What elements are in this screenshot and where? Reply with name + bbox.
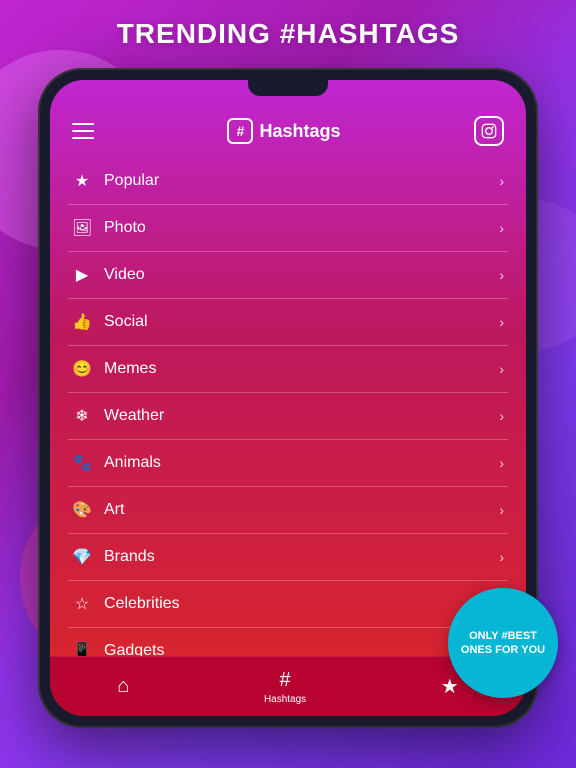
menu-chevron-memes: › xyxy=(499,361,504,377)
menu-label-animals: Animals xyxy=(104,454,161,472)
menu-icon-memes: 😊 xyxy=(72,359,92,379)
menu-item-left-popular: ★ Popular xyxy=(72,171,159,191)
page-header: TRENDING #HASHTAGS xyxy=(0,18,576,50)
menu-item-brands[interactable]: 💎 Brands › xyxy=(68,534,508,581)
menu-item-left-weather: ❄ Weather xyxy=(72,406,164,426)
menu-label-weather: Weather xyxy=(104,407,164,425)
menu-item-memes[interactable]: 😊 Memes › xyxy=(68,346,508,393)
menu-icon-gadgets: 📱 xyxy=(72,641,92,656)
nav-icon-favorites: ★ xyxy=(441,674,459,699)
hamburger-menu-button[interactable] xyxy=(72,123,94,139)
menu-item-weather[interactable]: ❄ Weather › xyxy=(68,393,508,440)
menu-item-art[interactable]: 🎨 Art › xyxy=(68,487,508,534)
menu-chevron-animals: › xyxy=(499,455,504,471)
nav-item-favorites[interactable]: ★ xyxy=(441,674,459,699)
instagram-button[interactable] xyxy=(474,116,504,146)
menu-label-brands: Brands xyxy=(104,548,155,566)
hash-symbol: # xyxy=(237,123,245,139)
menu-item-photo[interactable]: 🖼 Photo › xyxy=(68,205,508,252)
menu-chevron-video: › xyxy=(499,267,504,283)
menu-item-left-brands: 💎 Brands xyxy=(72,547,155,567)
menu-item-popular[interactable]: ★ Popular › xyxy=(68,158,508,205)
menu-icon-animals: 🐾 xyxy=(72,453,92,473)
menu-item-left-social: 👍 Social xyxy=(72,312,148,332)
menu-icon-video: ▶ xyxy=(72,265,92,285)
menu-label-celebrities: Celebrities xyxy=(104,595,180,613)
menu-chevron-photo: › xyxy=(499,220,504,236)
menu-item-celebrities[interactable]: ☆ Celebrities › xyxy=(68,581,508,628)
menu-label-memes: Memes xyxy=(104,360,156,378)
menu-list: ★ Popular › 🖼 Photo › ▶ Video › 👍 Social… xyxy=(50,158,526,656)
menu-label-art: Art xyxy=(104,501,124,519)
menu-label-popular: Popular xyxy=(104,172,159,190)
menu-label-video: Video xyxy=(104,266,145,284)
menu-item-left-animals: 🐾 Animals xyxy=(72,453,161,473)
hash-icon: # xyxy=(227,118,253,144)
menu-chevron-weather: › xyxy=(499,408,504,424)
phone-notch xyxy=(248,80,328,96)
hamburger-line-1 xyxy=(72,123,94,125)
menu-icon-celebrities: ☆ xyxy=(72,594,92,614)
menu-item-left-photo: 🖼 Photo xyxy=(72,218,146,238)
status-bar xyxy=(50,80,526,108)
menu-icon-popular: ★ xyxy=(72,171,92,191)
menu-item-gadgets[interactable]: 📱 Gadgets › xyxy=(68,628,508,656)
menu-icon-weather: ❄ xyxy=(72,406,92,426)
app-title: # Hashtags xyxy=(227,118,340,144)
menu-chevron-art: › xyxy=(499,502,504,518)
menu-item-social[interactable]: 👍 Social › xyxy=(68,299,508,346)
hamburger-line-2 xyxy=(72,130,94,132)
menu-item-left-art: 🎨 Art xyxy=(72,500,124,520)
menu-icon-social: 👍 xyxy=(72,312,92,332)
menu-chevron-social: › xyxy=(499,314,504,330)
menu-item-left-video: ▶ Video xyxy=(72,265,145,285)
menu-item-left-memes: 😊 Memes xyxy=(72,359,156,379)
menu-item-left-gadgets: 📱 Gadgets xyxy=(72,641,164,656)
menu-icon-art: 🎨 xyxy=(72,500,92,520)
menu-item-video[interactable]: ▶ Video › xyxy=(68,252,508,299)
menu-chevron-brands: › xyxy=(499,549,504,565)
nav-item-hashtags[interactable]: # Hashtags xyxy=(264,669,306,705)
nav-label-hashtags: Hashtags xyxy=(264,694,306,705)
menu-label-gadgets: Gadgets xyxy=(104,642,164,656)
app-title-text: Hashtags xyxy=(259,121,340,142)
menu-label-photo: Photo xyxy=(104,219,146,237)
nav-icon-home: ⌂ xyxy=(117,675,129,698)
menu-item-left-celebrities: ☆ Celebrities xyxy=(72,594,180,614)
promo-line2: ONES FOR YOU xyxy=(461,644,545,656)
nav-icon-hashtags: # xyxy=(280,669,291,692)
nav-item-home[interactable]: ⌂ xyxy=(117,675,129,698)
promo-badge: ONLY #BEST ONES FOR YOU xyxy=(448,588,558,698)
page-header-title: TRENDING #HASHTAGS xyxy=(0,18,576,50)
promo-badge-text: ONLY #BEST ONES FOR YOU xyxy=(453,621,553,666)
promo-line1: ONLY #BEST xyxy=(469,630,537,642)
menu-icon-brands: 💎 xyxy=(72,547,92,567)
menu-chevron-popular: › xyxy=(499,173,504,189)
hamburger-line-3 xyxy=(72,137,94,139)
menu-item-animals[interactable]: 🐾 Animals › xyxy=(68,440,508,487)
menu-label-social: Social xyxy=(104,313,148,331)
menu-icon-photo: 🖼 xyxy=(72,218,92,238)
app-header: # Hashtags xyxy=(50,108,526,158)
